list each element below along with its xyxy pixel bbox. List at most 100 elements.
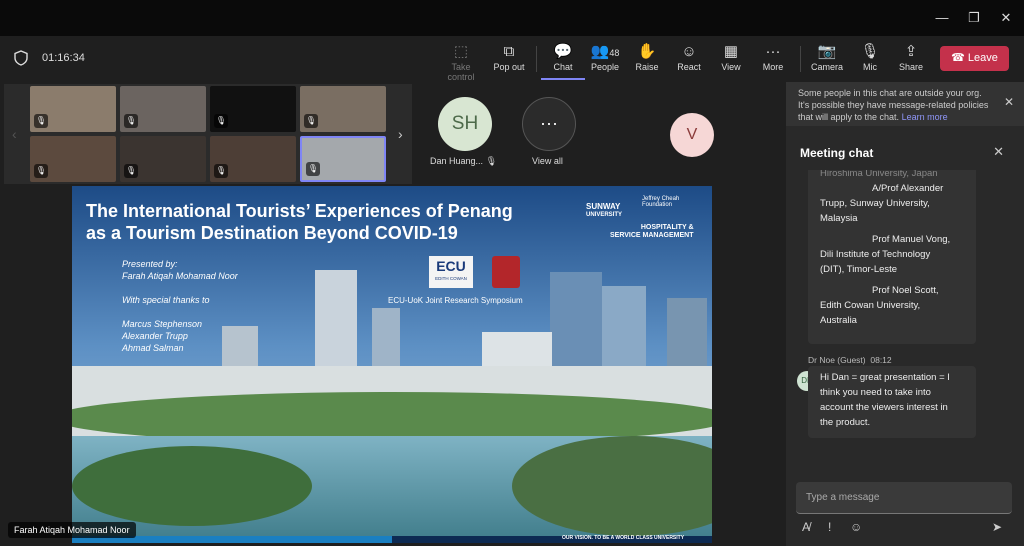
mic-off-icon: 🎙 [34, 114, 48, 128]
service-text: SERVICE MANAGEMENT [610, 232, 694, 239]
sunway-text: SUNWAY [586, 202, 621, 211]
react-label: React [677, 62, 701, 72]
smiley-icon: ☺ [681, 43, 697, 60]
message-line: (DIT), Timor-Leste [820, 264, 898, 275]
participant-video[interactable]: 🎙 [120, 86, 206, 132]
message-line: Malaysia [820, 213, 858, 224]
ecu-text: ECU [436, 258, 466, 274]
share-label: Share [898, 62, 924, 72]
mic-off-icon: 🎙 [214, 114, 228, 128]
view-button[interactable]: ▦ View [709, 42, 753, 80]
leave-button[interactable]: ☎ Leave [940, 46, 1009, 71]
participant-name-text: Dan Huang... [430, 156, 484, 166]
toolbar-divider [536, 46, 537, 72]
message-line: the product. [820, 417, 871, 428]
leave-label: Leave [967, 52, 998, 64]
sunway-logo: SUNWAY UNIVERSITY [586, 202, 622, 220]
camera-off-icon: 📷 [817, 43, 837, 60]
close-chat-icon[interactable]: ✕ [993, 144, 1004, 160]
more-button[interactable]: ··· More [751, 42, 795, 80]
emoji-icon[interactable]: ☺ [850, 520, 862, 534]
message-input[interactable]: Type a message [796, 482, 1012, 514]
slide-title-line1: The International Tourists’ Experiences … [86, 201, 513, 221]
message-sender: Dr Noe (Guest) 08:12 [808, 355, 892, 365]
chat-label: Chat [553, 62, 573, 72]
camera-label: Camera [810, 62, 843, 72]
video-gallery: ‹ 🎙 🎙 🎙 🎙 🎙 🎙 🎙 🎙 › [4, 84, 412, 184]
attach-icon[interactable]: ! [828, 520, 831, 534]
view-label: View [721, 62, 741, 72]
participant-video[interactable]: 🎙 [30, 86, 116, 132]
chevron-left-icon[interactable]: ‹ [12, 126, 17, 142]
avatar[interactable]: SH [438, 97, 492, 151]
message-line: Hi Dan = great presentation = I [820, 372, 950, 383]
restore-button[interactable]: ❐ [964, 8, 984, 28]
presented-by: Presented by: [122, 259, 178, 269]
slide-title-line2: as a Tourism Destination Beyond COVID-19 [86, 223, 458, 243]
share-icon: ⇪ [904, 43, 918, 60]
message-bubble: Hiroshima University, Japan A/Prof Alexa… [808, 170, 976, 344]
mic-off-icon: 🎙 [34, 164, 48, 178]
message-line: Prof Manuel Vong, [872, 234, 951, 245]
uok-crest [492, 256, 520, 288]
close-window-button[interactable]: ✕ [996, 8, 1016, 28]
presenter-name-badge: Farah Atiqah Mohamad Noor [8, 522, 136, 538]
participant-video[interactable]: 🎙 [300, 86, 386, 132]
vision-text: OUR VISION. TO BE A WORLD CLASS UNIVERSI… [562, 535, 685, 541]
pop-out-label: Pop out [493, 62, 525, 72]
participant-video[interactable]: 🎙 [30, 136, 116, 182]
slide-presenter: Farah Atiqah Mohamad Noor [122, 271, 238, 281]
take-control-icon: ⬚ [453, 43, 469, 60]
mic-off-icon: 🎙 [214, 164, 228, 178]
learn-more-link[interactable]: Learn more [902, 112, 948, 122]
hand-icon: ✋ [637, 43, 657, 60]
minimize-button[interactable]: — [932, 8, 952, 28]
message-bubble: Hi Dan = great presentation = I think yo… [808, 366, 976, 438]
send-icon[interactable]: ➤ [992, 520, 1002, 534]
chat-title: Meeting chat [800, 146, 874, 160]
message-line: A/Prof Alexander [872, 183, 944, 194]
take-control-button[interactable]: ⬚ Take control [439, 42, 483, 82]
ecu-sub-text: EDITH COWAN [435, 276, 467, 281]
message-line: Australia [820, 315, 857, 326]
people-label: People [590, 62, 620, 72]
more-label: More [762, 62, 784, 72]
mic-off-icon: 🎙 [306, 162, 320, 176]
camera-button[interactable]: 📷 Camera [805, 42, 849, 80]
chat-panel: Some people in this chat are outside you… [786, 82, 1024, 546]
participant-video[interactable]: 🎙 [120, 136, 206, 182]
view-all-label: View all [532, 156, 563, 166]
slide-department: HOSPITALITY & SERVICE MANAGEMENT [610, 224, 694, 240]
message-line: Edith Cowan University, [820, 300, 921, 311]
meeting-timer: 01:16:34 [42, 52, 85, 64]
close-icon[interactable]: ✕ [1004, 96, 1014, 108]
participant-video[interactable]: 🎙 [210, 86, 296, 132]
sender-name: Dr Noe (Guest) [808, 355, 866, 365]
meeting-toolbar: 01:16:34 ⬚ Take control ⧉ Pop out 💬 Chat… [0, 36, 1024, 82]
mic-label: Mic [863, 62, 877, 72]
pop-out-button[interactable]: ⧉ Pop out [487, 42, 531, 80]
avatar[interactable]: V [670, 113, 714, 157]
grid-icon: ▦ [723, 43, 739, 60]
participant-video-active[interactable]: 🎙 [300, 136, 386, 182]
symposium-text: ECU-UoK Joint Research Symposium [388, 296, 523, 305]
chat-message: Hiroshima University, Japan A/Prof Alexa… [808, 170, 976, 344]
chat-button[interactable]: 💬 Chat [541, 42, 585, 80]
take-control-label: Take control [447, 62, 475, 82]
participant-video[interactable]: 🎙 [210, 136, 296, 182]
message-line: Dili Institute of Technology [820, 249, 931, 260]
slide-title: The International Tourists’ Experiences … [86, 200, 513, 244]
mic-button[interactable]: 🎙 Mic [848, 42, 892, 80]
thanks-name: Marcus Stephenson [122, 319, 203, 329]
share-button[interactable]: ⇪ Share [889, 42, 933, 80]
react-button[interactable]: ☺ React [667, 42, 711, 80]
raise-hand-button[interactable]: ✋ Raise [625, 42, 669, 80]
people-button[interactable]: 👥48 People [583, 42, 627, 80]
mic-off-icon: 🎙 [860, 43, 880, 60]
chevron-right-icon[interactable]: › [398, 126, 403, 142]
university-text: UNIVERSITY [586, 212, 623, 218]
message-line: Prof Noel Scott, [872, 285, 939, 296]
view-all-button[interactable]: ··· [522, 97, 576, 151]
people-icon: 👥48 [590, 43, 620, 60]
format-icon[interactable]: A̸ [802, 520, 810, 534]
